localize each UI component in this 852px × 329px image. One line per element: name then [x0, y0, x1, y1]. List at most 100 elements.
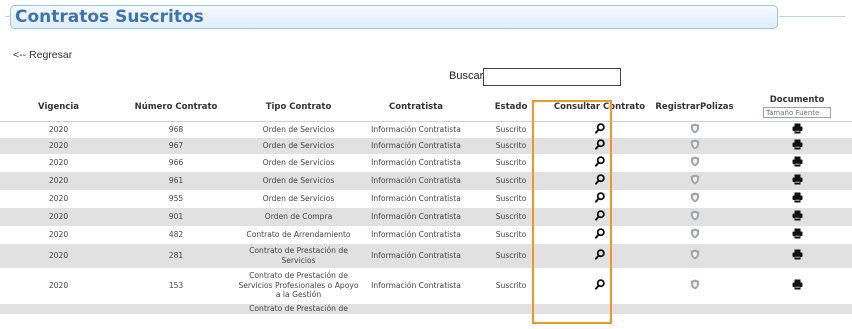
cell-contratista: Información Contratista — [362, 207, 470, 226]
cell-polizas — [647, 154, 742, 172]
print-document-button[interactable] — [792, 228, 803, 241]
cell-contratista: Información Contratista — [371, 229, 461, 239]
cell-documento — [742, 171, 852, 190]
cell-numero-contrato: 901 — [117, 207, 235, 226]
cell-consultar — [552, 207, 647, 226]
search-icon — [594, 173, 605, 187]
registrar-polizas-button[interactable] — [690, 156, 700, 169]
cell-polizas — [647, 190, 742, 208]
registrar-polizas-button[interactable] — [690, 249, 700, 262]
registrar-polizas-button[interactable] — [690, 123, 700, 136]
header-numero-contrato[interactable]: Número Contrato — [117, 92, 235, 122]
cell-vigencia: 2020 — [48, 280, 69, 290]
section-header: Contratos Suscritos — [5, 5, 845, 29]
registrar-polizas-button[interactable] — [690, 192, 700, 205]
cell-estado: Suscrito — [470, 171, 552, 190]
search-icon — [594, 227, 605, 241]
header-tipo-contrato[interactable]: Tipo Contrato — [235, 92, 362, 122]
cell-estado: Suscrito — [470, 243, 552, 268]
print-document-button[interactable] — [792, 156, 803, 169]
print-document-button[interactable] — [792, 249, 803, 262]
cell-tipo-contrato: Contrato de Prestación de Servicios Prof… — [238, 271, 359, 300]
cell-polizas — [647, 226, 742, 244]
header-documento: Documento — [742, 92, 852, 122]
header-estado[interactable]: Estado — [470, 92, 552, 122]
cell-estado: Suscrito — [495, 193, 527, 203]
table-row: 2020 153 Contrato de Prestación de Servici… — [0, 268, 852, 304]
search-icon — [594, 138, 605, 152]
print-icon — [792, 174, 803, 187]
consultar-button[interactable] — [594, 227, 605, 241]
cell-numero-contrato: 968 — [168, 125, 184, 134]
header-contratista[interactable]: Contratista — [362, 92, 470, 122]
consultar-button[interactable] — [594, 191, 605, 205]
search-icon — [594, 278, 605, 292]
print-document-button[interactable] — [792, 174, 803, 187]
cell-consultar — [552, 137, 647, 154]
cell-polizas — [647, 243, 742, 268]
registrar-polizas-button[interactable] — [690, 279, 700, 292]
cell-consultar — [552, 303, 647, 314]
print-document-button[interactable] — [792, 192, 803, 205]
print-icon — [792, 192, 803, 205]
consultar-button[interactable] — [594, 248, 605, 262]
cell-tipo-contrato: Orden de Servicios — [262, 125, 335, 134]
back-link[interactable]: <-- Regresar — [13, 49, 72, 61]
cell-consultar — [552, 243, 647, 268]
table-row: 2020 281 Contrato de Prestación de Servici… — [0, 243, 852, 268]
cell-consultar — [552, 122, 647, 138]
consultar-button[interactable] — [594, 123, 605, 136]
cell-numero-contrato: 967 — [117, 137, 235, 154]
page-title: Contratos Suscritos — [15, 7, 204, 27]
font-size-input[interactable] — [763, 107, 831, 118]
cell-consultar — [552, 226, 647, 244]
registrar-polizas-button[interactable] — [690, 228, 700, 241]
shield-icon — [690, 279, 700, 292]
search-icon — [594, 155, 605, 169]
header-vigencia[interactable]: Vigencia — [0, 92, 117, 122]
header-consultar-contrato[interactable]: Consultar Contrato — [552, 92, 647, 122]
cell-tipo-contrato: Orden de Compra — [235, 207, 362, 226]
consultar-button[interactable] — [594, 209, 605, 223]
contracts-table: Vigencia Número Contrato Tipo Contrato C… — [0, 92, 852, 314]
print-icon — [792, 228, 803, 241]
registrar-polizas-button[interactable] — [690, 210, 700, 223]
cell-documento — [742, 122, 852, 138]
cell-consultar — [552, 171, 647, 190]
cell-estado — [470, 303, 552, 314]
print-document-button[interactable] — [792, 210, 803, 223]
table-row: 2020 901 Orden de Compra Información Contra… — [0, 207, 852, 226]
consultar-button[interactable] — [594, 278, 605, 292]
shield-icon — [690, 123, 700, 136]
cell-numero-contrato: 482 — [168, 229, 184, 239]
print-icon — [792, 279, 803, 292]
registrar-polizas-button[interactable] — [690, 139, 700, 152]
shield-icon — [690, 249, 700, 262]
table-row: 2020 961 Orden de Servicios Información Con… — [0, 171, 852, 190]
cell-contratista — [362, 303, 470, 314]
cell-polizas — [647, 303, 742, 314]
cell-tipo-contrato: Orden de Servicios — [235, 137, 362, 154]
consultar-button[interactable] — [594, 173, 605, 187]
print-document-button[interactable] — [792, 123, 803, 136]
cell-tipo-contrato: Contrato de Arrendamiento — [246, 229, 351, 239]
print-document-button[interactable] — [792, 139, 803, 152]
header-registrar-polizas[interactable]: RegistrarPolizas — [647, 92, 742, 122]
print-document-button[interactable] — [792, 279, 803, 292]
cell-contratista: Información Contratista — [371, 125, 461, 134]
cell-vigencia — [0, 303, 117, 314]
consultar-button[interactable] — [594, 155, 605, 169]
search-input[interactable] — [483, 68, 621, 86]
header-documento-label: Documento — [769, 95, 825, 105]
cell-numero-contrato: 955 — [168, 193, 184, 203]
cell-vigencia: 2020 — [48, 125, 69, 134]
search-icon — [594, 209, 605, 223]
cell-contratista: Información Contratista — [362, 243, 470, 268]
shield-icon — [690, 210, 700, 223]
cell-vigencia: 2020 — [0, 243, 117, 268]
registrar-polizas-button[interactable] — [690, 174, 700, 187]
print-icon — [792, 210, 803, 223]
shield-icon — [690, 174, 700, 187]
consultar-button[interactable] — [594, 138, 605, 152]
cell-polizas — [647, 171, 742, 190]
